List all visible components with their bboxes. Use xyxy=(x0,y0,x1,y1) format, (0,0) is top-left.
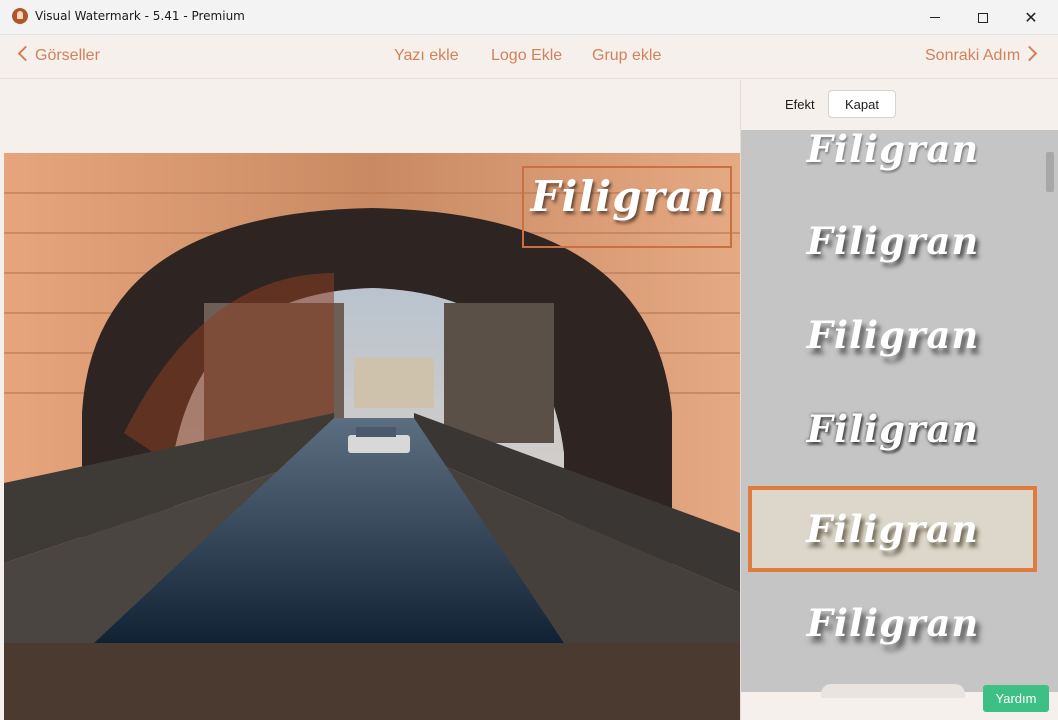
effect-option-5-selected[interactable]: Filigran xyxy=(748,486,1037,572)
next-step-button[interactable]: Sonraki Adım xyxy=(925,45,1041,65)
navigation-toolbar: Görseller Yazı ekle Logo Ekle Grup ekle … xyxy=(0,35,1058,79)
minimize-button[interactable] xyxy=(912,0,958,35)
effect-option-2[interactable]: Filigran xyxy=(741,198,1045,284)
add-text-button[interactable]: Yazı ekle xyxy=(394,47,459,65)
effect-option-6[interactable]: Filigran xyxy=(741,580,1045,666)
window-title: Visual Watermark - 5.41 - Premium xyxy=(35,9,245,23)
close-window-button[interactable]: ✕ xyxy=(1008,0,1054,35)
back-label: Görseller xyxy=(35,47,100,64)
add-group-button[interactable]: Grup ekle xyxy=(592,47,661,65)
add-logo-button[interactable]: Logo Ekle xyxy=(491,47,562,65)
effect-option-4[interactable]: Filigran xyxy=(741,386,1045,472)
next-label: Sonraki Adım xyxy=(925,47,1021,64)
effect-option-1[interactable]: Filigran xyxy=(741,130,1045,192)
back-to-images-button[interactable]: Görseller xyxy=(16,45,100,65)
help-button[interactable]: Yardım xyxy=(983,685,1049,712)
close-panel-button[interactable]: Kapat xyxy=(828,90,896,118)
minimize-icon xyxy=(930,17,940,18)
chevron-right-icon xyxy=(1021,45,1038,62)
app-logo-icon xyxy=(12,8,28,24)
title-bar: Visual Watermark - 5.41 - Premium ✕ xyxy=(0,0,1058,35)
watermark-text[interactable]: Filigran xyxy=(530,172,726,221)
maximize-icon xyxy=(978,12,988,23)
effects-scrollbar-thumb[interactable] xyxy=(1046,152,1054,192)
effect-label: Efekt xyxy=(785,97,815,112)
effects-list: Filigran Filigran Filigran Filigran Fili… xyxy=(741,130,1045,692)
close-icon: ✕ xyxy=(1024,7,1038,27)
effect-option-3[interactable]: Filigran xyxy=(741,292,1045,378)
bottom-pill xyxy=(821,684,965,698)
chevron-left-icon xyxy=(17,45,34,62)
maximize-button[interactable] xyxy=(960,0,1006,35)
effects-panel: Efekt Kapat Filigran Filigran Filigran F… xyxy=(740,80,1058,720)
effects-scrollbar[interactable] xyxy=(1045,130,1058,692)
